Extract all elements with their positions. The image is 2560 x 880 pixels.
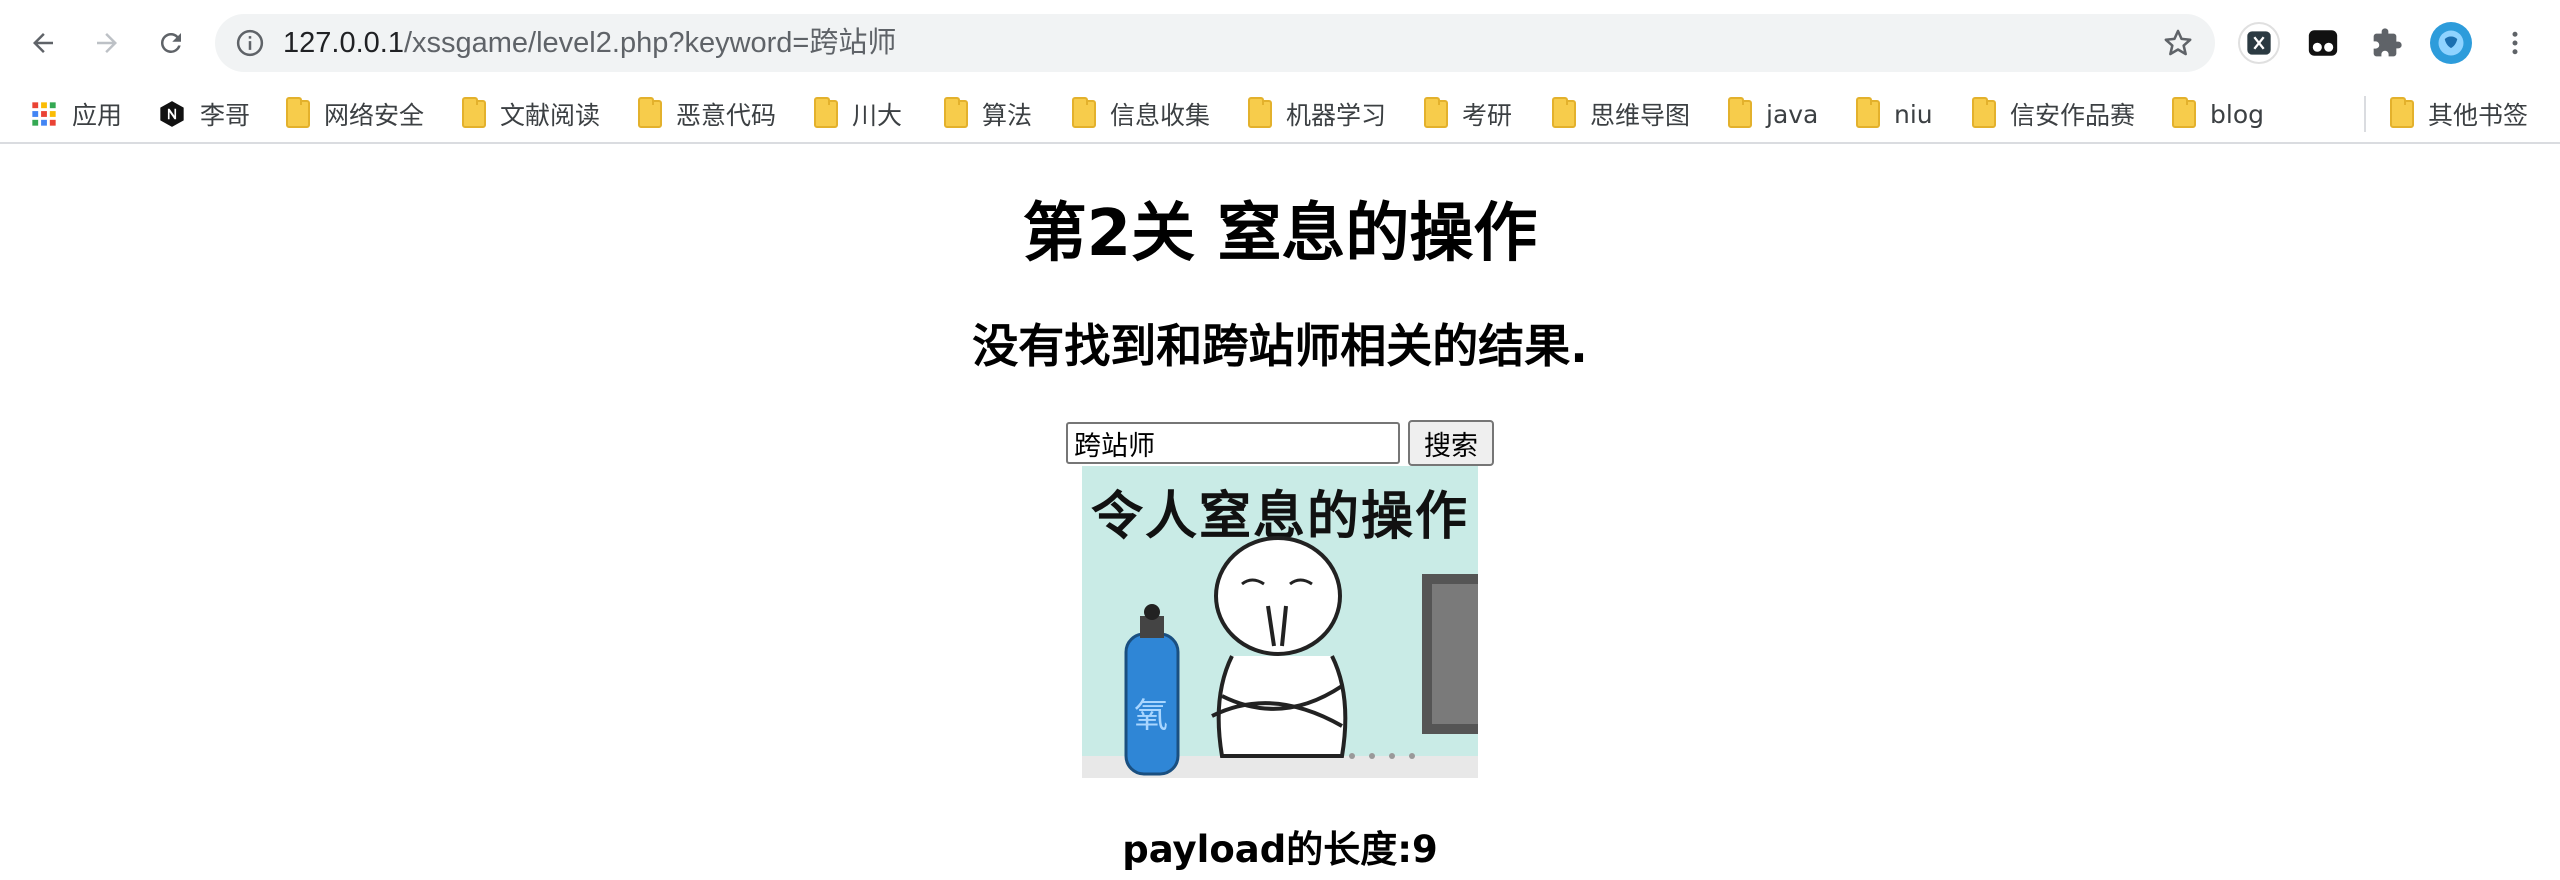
bookmark-apps[interactable]: 应用 xyxy=(30,94,122,134)
bookmark-label: 思维导图 xyxy=(1590,101,1691,130)
n-logo-icon xyxy=(160,101,184,127)
profile-icon xyxy=(2438,30,2464,56)
profile-avatar[interactable] xyxy=(2430,22,2472,64)
x-extension-icon xyxy=(2247,31,2271,55)
bookmark-folder[interactable]: 思维导图 xyxy=(1552,94,1690,134)
bookmark-label: 信安作品赛 xyxy=(2010,101,2136,130)
bookmark-lige[interactable]: 李哥 xyxy=(158,94,250,134)
back-button[interactable] xyxy=(18,18,68,68)
extension-x-button[interactable] xyxy=(2238,22,2280,64)
bookmark-folder[interactable]: 网络安全 xyxy=(286,94,424,134)
bookmark-label: 川大 xyxy=(852,101,903,130)
bookmark-label: 算法 xyxy=(982,101,1033,130)
folder-icon xyxy=(1728,97,1752,128)
bookmark-folder[interactable]: 恶意代码 xyxy=(638,94,776,134)
extensions-button[interactable] xyxy=(2366,22,2408,64)
keyword-input[interactable] xyxy=(1066,422,1400,464)
bookmark-label: 应用 xyxy=(72,101,123,130)
search-result-message: 没有找到和跨站师相关的结果. xyxy=(972,319,1588,373)
folder-icon xyxy=(1856,97,1880,128)
bookmark-folder[interactable]: niu xyxy=(1856,94,1933,134)
folder-icon xyxy=(1072,97,1096,128)
bookmark-label: niu xyxy=(1894,99,1933,129)
bookmark-label: 考研 xyxy=(1462,101,1513,130)
bookmark-folder[interactable]: 机器学习 xyxy=(1248,94,1386,134)
more-vertical-icon xyxy=(2512,31,2518,55)
forward-button[interactable] xyxy=(82,18,132,68)
bookmark-label: 机器学习 xyxy=(1286,101,1387,130)
info-icon[interactable] xyxy=(235,28,265,58)
tampermonkey-icon xyxy=(2308,30,2338,56)
address-bar[interactable]: 127.0.0.1/xssgame/level2.php?keyword=跨站师 xyxy=(215,14,2215,72)
page-title: 第2关 窒息的操作 xyxy=(1022,197,1538,271)
folder-icon xyxy=(638,97,662,128)
browser-toolbar: 127.0.0.1/xssgame/level2.php?keyword=跨站师 xyxy=(0,0,2560,86)
folder-icon xyxy=(1424,97,1448,128)
other-bookmarks-label: 其他书签 xyxy=(2428,101,2529,130)
payload-length: payload的长度:9 xyxy=(1122,828,1438,871)
folder-icon xyxy=(2172,97,2196,128)
bookmark-label: 恶意代码 xyxy=(676,101,777,130)
bookmarks-divider xyxy=(2364,96,2366,132)
bookmark-folder[interactable]: 算法 xyxy=(944,94,1032,134)
bookmark-folder[interactable]: 考研 xyxy=(1424,94,1512,134)
bookmark-folder[interactable]: 信安作品赛 xyxy=(1972,94,2135,134)
bookmark-label: 信息收集 xyxy=(1110,101,1211,130)
meme-image: 令人窒息的操作 氧 xyxy=(1082,466,1478,778)
url-text[interactable]: 127.0.0.1/xssgame/level2.php?keyword=跨站师 xyxy=(283,24,896,62)
back-arrow-icon xyxy=(33,33,53,53)
url-path: /xssgame/level2.php?keyword=跨站师 xyxy=(403,27,897,59)
other-bookmarks[interactable]: 其他书签 xyxy=(2390,94,2528,134)
reload-icon xyxy=(160,32,181,53)
browser-menu-button[interactable] xyxy=(2494,22,2536,64)
bookmark-label: 李哥 xyxy=(200,101,251,130)
url-host: 127.0.0.1 xyxy=(283,27,404,59)
folder-icon xyxy=(2390,97,2414,128)
reload-button[interactable] xyxy=(146,18,196,68)
folder-icon xyxy=(462,97,486,128)
forward-arrow-icon xyxy=(97,33,117,53)
folder-icon xyxy=(1972,97,1996,128)
extension-tampermonkey-button[interactable] xyxy=(2302,22,2344,64)
bookmark-label: 文献阅读 xyxy=(500,101,601,130)
bookmark-label: blog xyxy=(2210,99,2264,129)
folder-icon xyxy=(286,97,310,128)
bookmarks-bar: 应用 李哥 网络安全 文献阅读 恶意代码 川大 算法 信息收集 机器学习 考研 xyxy=(0,86,2560,144)
folder-icon xyxy=(814,97,838,128)
bookmark-folder[interactable]: blog xyxy=(2172,94,2264,134)
tank-label: 氧 xyxy=(1134,696,1168,736)
puzzle-icon xyxy=(2373,28,2402,57)
search-button[interactable]: 搜索 xyxy=(1408,420,1494,466)
bookmark-label: java xyxy=(1766,99,1819,129)
apps-grid-icon xyxy=(32,102,56,126)
bookmark-folder[interactable]: 信息收集 xyxy=(1072,94,1210,134)
bookmark-folder[interactable]: 川大 xyxy=(814,94,902,134)
bookmark-label: 网络安全 xyxy=(324,101,425,130)
bookmark-star-icon[interactable] xyxy=(2161,26,2195,60)
folder-icon xyxy=(1248,97,1272,128)
folder-icon xyxy=(944,97,968,128)
bookmark-folder[interactable]: java xyxy=(1728,94,1818,134)
folder-icon xyxy=(1552,97,1576,128)
bookmark-folder[interactable]: 文献阅读 xyxy=(462,94,600,134)
